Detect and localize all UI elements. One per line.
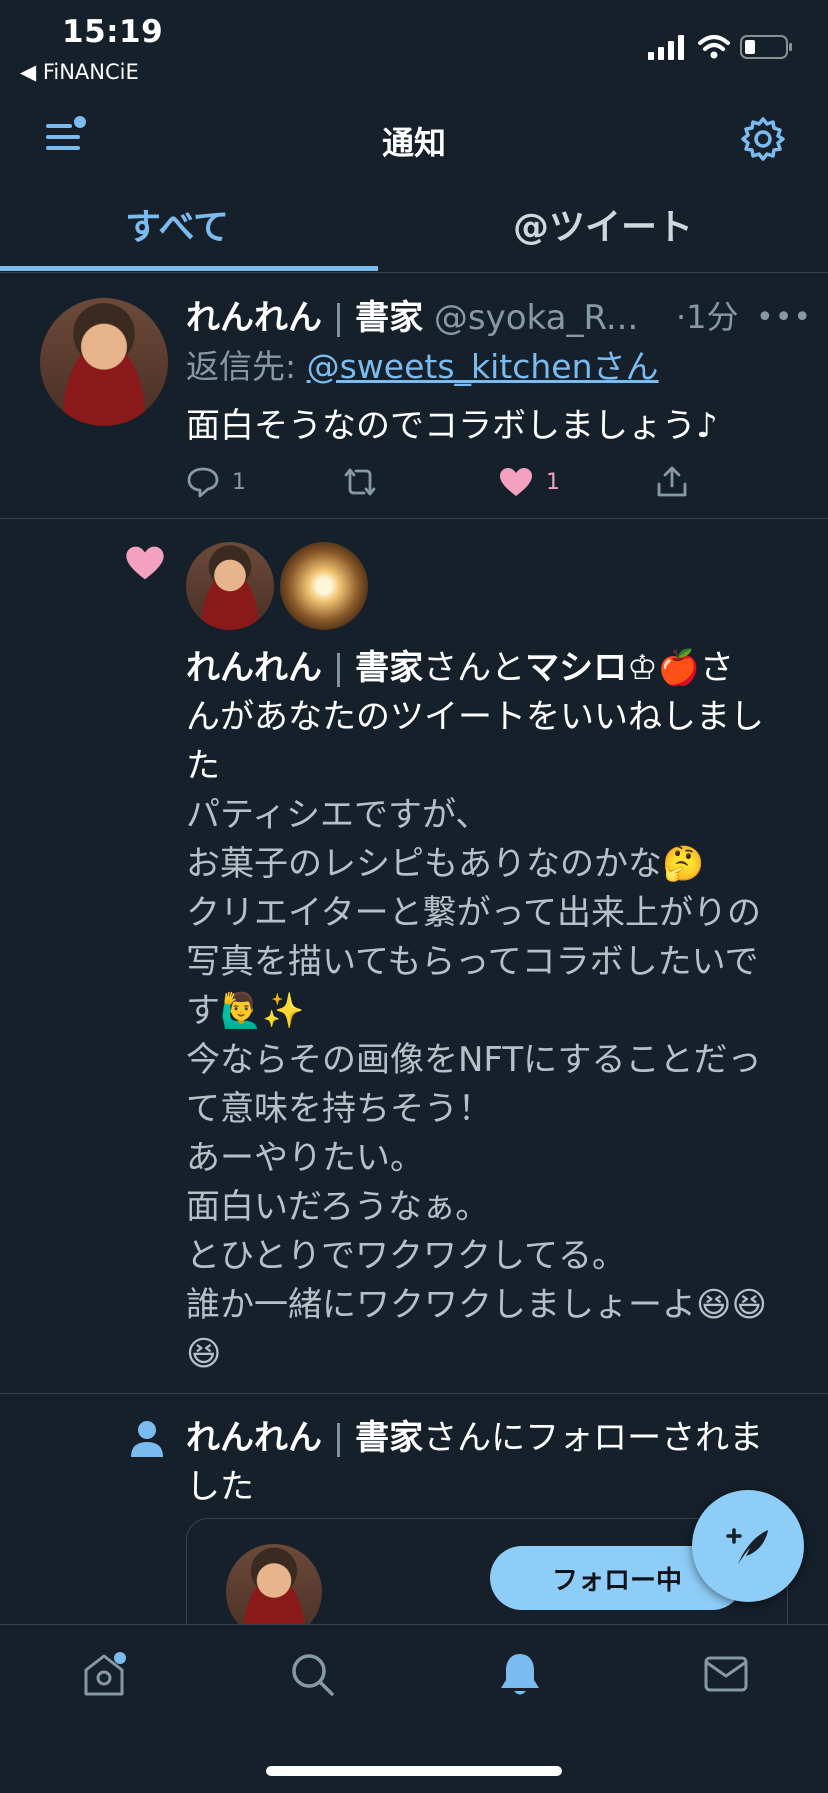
reply-icon	[187, 467, 219, 498]
liker-name-2: マシロ♔🍎	[525, 648, 700, 688]
name-separator: |	[322, 648, 356, 688]
like-notification-icon	[124, 544, 166, 582]
follow-notification-text[interactable]: れんれん | 書家さんにフォローされました	[186, 1414, 776, 1512]
compose-icon	[726, 1528, 768, 1564]
share-button[interactable]	[654, 462, 690, 502]
liker-name-1-suffix: 書家	[355, 648, 424, 688]
tab-all[interactable]: すべて	[0, 198, 384, 250]
home-icon[interactable]	[80, 1650, 128, 1698]
divider	[0, 1393, 828, 1394]
author-name: れんれん	[186, 298, 322, 338]
home-indicator	[266, 1766, 562, 1776]
tweet-time: ·1分	[676, 298, 739, 336]
more-icon[interactable]: •••	[756, 300, 812, 335]
gear-icon[interactable]	[740, 116, 786, 162]
reply-context: 返信先: @sweets_kitchenさん	[186, 340, 659, 388]
reply-to-link[interactable]: @sweets_kitchenさん	[307, 347, 659, 386]
reply-count: 1	[232, 469, 246, 495]
mail-icon[interactable]	[702, 1650, 750, 1698]
name-separator: |	[322, 298, 356, 338]
follower-name: れんれん	[186, 1418, 322, 1458]
liked-tweet-text[interactable]: パティシエですが、 お菓子のレシピもありなのかな🤔 クリエイターと繋がって出来上…	[186, 791, 786, 1379]
avatar[interactable]	[280, 542, 368, 630]
wifi-icon	[698, 35, 730, 59]
author-name-suffix: 書家	[355, 298, 424, 338]
retweet-button[interactable]	[340, 462, 380, 502]
bell-icon[interactable]	[496, 1650, 544, 1698]
search-icon[interactable]	[288, 1650, 336, 1698]
like-button[interactable]: 1	[498, 462, 560, 502]
divider	[0, 272, 828, 273]
share-icon	[657, 466, 687, 497]
joiner-text: さんと	[423, 648, 526, 688]
status-time: 15:19	[62, 14, 164, 50]
person-icon	[130, 1420, 164, 1458]
tweet-author[interactable]: れんれん | 書家 @syoka_R...	[186, 290, 638, 339]
active-tab-indicator	[0, 266, 378, 271]
page-title: 通知	[381, 124, 446, 162]
like-count: 1	[546, 469, 560, 495]
heart-icon	[500, 468, 532, 496]
author-handle: @syoka_R...	[433, 298, 639, 338]
compose-button[interactable]	[692, 1490, 804, 1602]
reply-prefix: 返信先:	[186, 347, 307, 386]
retweet-icon	[344, 468, 376, 496]
reply-button[interactable]: 1	[186, 462, 246, 502]
tab-mentions[interactable]: @ツイート	[396, 198, 810, 250]
divider	[0, 518, 828, 519]
signal-icon	[648, 35, 684, 60]
like-notification-text[interactable]: れんれん | 書家さんとマシロ♔🍎さんがあなたのツイートをいいねしました	[186, 644, 766, 791]
name-separator: |	[322, 1418, 356, 1458]
status-icons	[648, 32, 794, 62]
back-to-app-link[interactable]: ◀ FiNANCiE	[20, 60, 139, 84]
follower-name-suffix: 書家	[355, 1418, 424, 1458]
battery-icon	[740, 35, 792, 59]
liker-name-1: れんれん	[186, 648, 322, 688]
avatar[interactable]	[40, 298, 168, 426]
avatar[interactable]	[186, 542, 274, 630]
tweet-text: 面白そうなのでコラボしましょう♪	[186, 406, 718, 446]
